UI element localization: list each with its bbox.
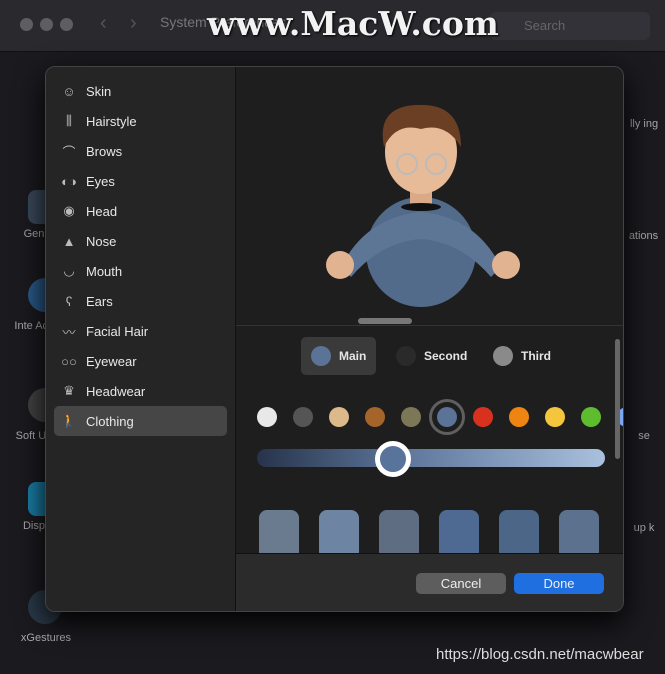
sidebar-item-label: Hairstyle <box>86 113 137 129</box>
color-dot <box>311 346 331 366</box>
color-swatch[interactable] <box>257 407 277 427</box>
sidebar-item-facial-hair[interactable]: 〰 Facial Hair <box>54 316 227 346</box>
memoji-editor-dialog: ☺ Skin ⫼ Hairstyle ⌒ Brows ◐◑ Eyes ◉ Head ▲ Nose ◡ Mo… <box>45 66 624 612</box>
glasses-icon: ○○ <box>61 353 77 369</box>
sidebar-item-skin[interactable]: ☺ Skin <box>54 76 227 106</box>
sidebar-item-label: Headwear <box>86 383 146 399</box>
sidebar-item-label: Head <box>86 203 118 219</box>
clothing-option[interactable] <box>379 510 419 554</box>
sidebar-item-label: Eyewear <box>86 353 137 369</box>
clothing-option[interactable] <box>439 510 479 554</box>
cancel-button[interactable]: Cancel <box>416 573 506 594</box>
color-swatch[interactable] <box>401 407 421 427</box>
sidebar-item-headwear[interactable]: ♛ Headwear <box>54 376 227 406</box>
sidebar-item-label: Skin <box>86 83 112 99</box>
color-swatch[interactable] <box>365 407 385 427</box>
sidebar-item-label: Facial Hair <box>86 323 149 339</box>
sidebar-item-head[interactable]: ◉ Head <box>54 196 227 226</box>
bg-label: se <box>638 430 650 442</box>
smiley-icon: ☺ <box>62 83 76 99</box>
tab-label: Second <box>424 349 468 363</box>
bg-label: lly ing <box>629 118 659 130</box>
nose-icon: ▲ <box>62 233 76 249</box>
clothing-option[interactable] <box>559 510 599 554</box>
bg-label: up k <box>633 522 655 534</box>
sidebar-item-label: Nose <box>86 233 117 249</box>
done-button[interactable]: Done <box>514 573 604 594</box>
mouth-icon: ◡ <box>63 263 75 278</box>
color-tab-main[interactable]: Main <box>301 337 377 375</box>
color-swatch[interactable] <box>437 407 457 427</box>
search-input[interactable]: Search <box>490 12 650 40</box>
watermark: www.MacW.com <box>207 4 499 43</box>
color-swatch[interactable] <box>509 407 529 427</box>
color-tab-second[interactable]: Second <box>386 337 477 375</box>
color-swatch[interactable] <box>293 407 313 427</box>
shade-slider-thumb[interactable] <box>374 441 411 477</box>
crown-icon: ♛ <box>63 383 75 398</box>
head-icon: ◉ <box>63 203 75 218</box>
dialog-footer: Cancel Done <box>236 553 623 611</box>
memoji-avatar <box>326 104 520 307</box>
close-button[interactable] <box>20 18 33 31</box>
sidebar-item-hairstyle[interactable]: ⫼ Hairstyle <box>54 106 227 136</box>
memoji-preview <box>236 67 623 326</box>
mustache-icon: 〰 <box>62 324 76 340</box>
sidebar-item-mouth[interactable]: ◡ Mouth <box>54 256 227 286</box>
sidebar-item-label: Mouth <box>86 263 123 279</box>
sidebar-item-label: Eyes <box>86 173 115 189</box>
bg-label: ations <box>628 230 659 242</box>
zoom-button[interactable] <box>60 18 73 31</box>
sidebar-item-nose[interactable]: ▲ Nose <box>54 226 227 256</box>
feature-sidebar: ☺ Skin ⫼ Hairstyle ⌒ Brows ◐◑ Eyes ◉ Head ▲ Nose ◡ Mo… <box>46 67 236 611</box>
sidebar-item-ears[interactable]: ʕ Ears <box>54 286 227 316</box>
tab-label: Third <box>521 349 551 363</box>
clothing-option[interactable] <box>259 510 299 554</box>
scrollbar[interactable] <box>615 339 620 459</box>
shade-slider-track[interactable] <box>257 449 605 467</box>
color-swatch[interactable] <box>581 407 601 427</box>
color-dot <box>493 346 513 366</box>
sidebar-item-brows[interactable]: ⌒ Brows <box>54 136 227 166</box>
eyes-icon: ◐◑ <box>61 173 77 189</box>
clothing-option[interactable] <box>319 510 359 554</box>
tab-label: Main <box>339 349 367 363</box>
back-icon[interactable]: ‹ <box>100 12 107 35</box>
color-swatch[interactable] <box>329 407 349 427</box>
color-swatch[interactable] <box>545 407 565 427</box>
color-swatch[interactable] <box>473 407 493 427</box>
sidebar-item-eyewear[interactable]: ○○ Eyewear <box>54 346 227 376</box>
window-titlebar: ‹ › System Preferences Search www.MacW.c… <box>0 0 665 52</box>
comb-icon: ⫼ <box>66 113 72 128</box>
sidebar-item-eyes[interactable]: ◐◑ Eyes <box>54 166 227 196</box>
clothing-option[interactable] <box>499 510 539 554</box>
sidebar-item-label: Clothing <box>86 413 134 429</box>
forward-icon[interactable]: › <box>130 12 137 35</box>
figure-icon: 🚶 <box>60 413 78 428</box>
color-dot <box>396 346 416 366</box>
sidebar-item-label: Brows <box>86 143 123 159</box>
ear-icon: ʕ <box>65 293 73 309</box>
minimize-button[interactable] <box>40 18 53 31</box>
color-tab-third[interactable]: Third <box>483 337 561 375</box>
sidebar-item-label: Ears <box>86 293 113 309</box>
bg-label: xGestures <box>20 632 72 644</box>
source-watermark: https://blog.csdn.net/macwbear <box>436 646 644 663</box>
brow-icon: ⌒ <box>62 144 76 160</box>
sidebar-item-clothing[interactable]: 🚶 Clothing <box>54 406 227 436</box>
drag-handle[interactable] <box>358 318 412 324</box>
